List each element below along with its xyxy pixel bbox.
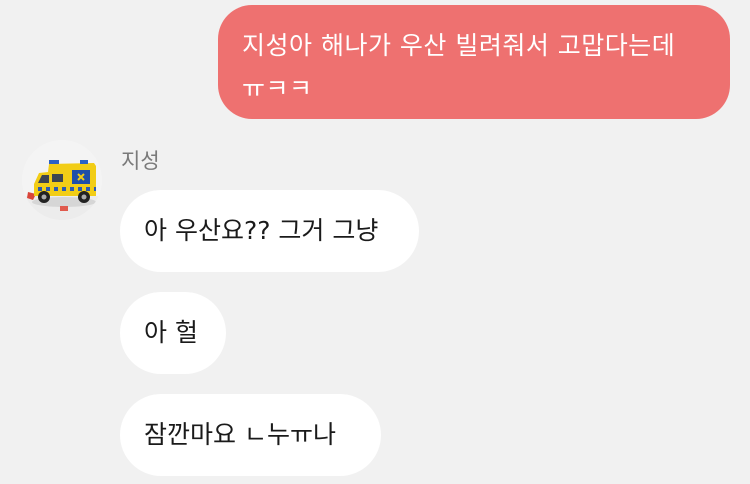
sender-name: 지성: [121, 149, 160, 173]
incoming-message-text: 잠깐마요 ㄴ누ㅠ나: [144, 420, 336, 449]
outgoing-message-bubble[interactable]: 지성아 해나가 우산 빌려줘서 고맙다는데 ㅠㅋㅋ: [218, 5, 730, 119]
outgoing-message-line: 지성아 해나가 우산 빌려줘서 고맙다는데: [242, 31, 676, 60]
ambulance-toy-photo-icon: [22, 140, 102, 220]
avatar[interactable]: [22, 140, 102, 220]
incoming-message-bubble[interactable]: 아 헐: [120, 292, 226, 374]
incoming-message-bubble[interactable]: 아 우산요?? 그거 그냥: [120, 190, 419, 272]
outgoing-message-line: ㅠㅋㅋ: [242, 74, 313, 103]
incoming-message-text: 아 헐: [144, 318, 198, 347]
incoming-message-bubble[interactable]: 잠깐마요 ㄴ누ㅠ나: [120, 394, 381, 476]
incoming-message-text: 아 우산요?? 그거 그냥: [144, 216, 379, 245]
